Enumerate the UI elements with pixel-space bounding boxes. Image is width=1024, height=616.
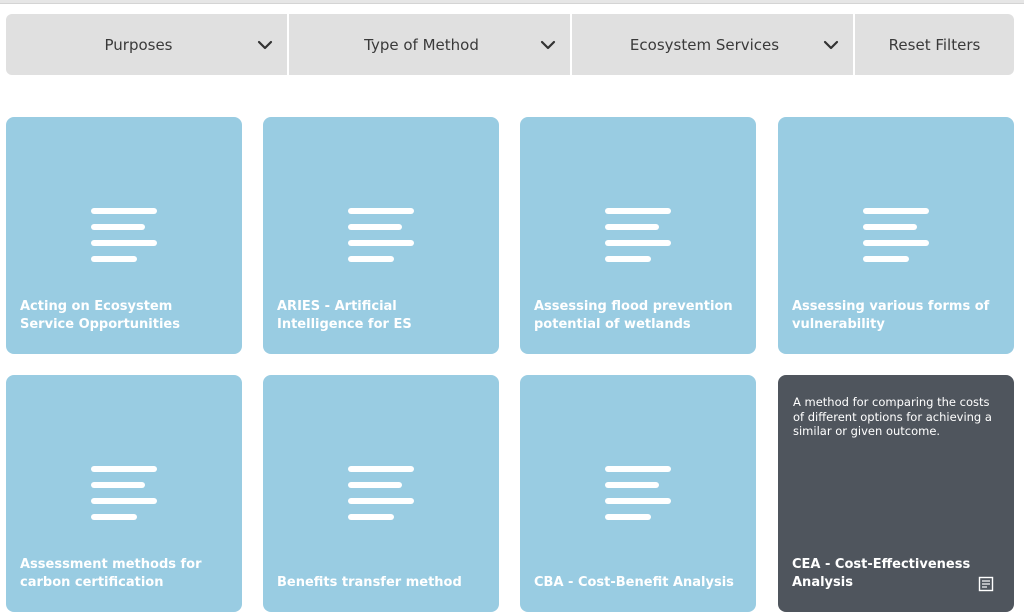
chevron-down-icon — [540, 40, 556, 49]
method-card[interactable]: Acting on Ecosystem Service Opportunitie… — [6, 117, 242, 354]
text-lines-icon — [91, 208, 157, 262]
text-lines-icon — [91, 466, 157, 520]
text-lines-icon — [605, 466, 671, 520]
type-of-method-filter-label: Type of Method — [364, 35, 479, 54]
reset-filters-label: Reset Filters — [888, 35, 981, 54]
method-card-title: Assessing various forms of vulnerability — [792, 299, 990, 332]
text-lines-icon — [863, 208, 929, 262]
method-card[interactable]: CBA - Cost-Benefit Analysis — [520, 375, 756, 612]
method-card-title: CBA - Cost-Benefit Analysis — [534, 575, 734, 590]
document-icon[interactable] — [978, 576, 994, 592]
method-card[interactable]: Assessing various forms of vulnerability — [778, 117, 1014, 354]
ecosystem-services-filter-label: Ecosystem Services — [629, 35, 780, 54]
method-card-title: Benefits transfer method — [277, 575, 462, 590]
text-lines-icon — [348, 208, 414, 262]
method-card-title: Acting on Ecosystem Service Opportunitie… — [20, 299, 180, 332]
ecosystem-services-filter-dropdown[interactable]: Ecosystem Services — [570, 14, 853, 75]
method-card-title: Assessment methods for carbon certificat… — [20, 557, 202, 590]
purposes-filter-label: Purposes — [104, 35, 173, 54]
method-card[interactable]: Assessment methods for carbon certificat… — [6, 375, 242, 612]
filter-bar: Purposes Type of Method Ecosystem Servic… — [6, 14, 1014, 75]
chevron-down-icon — [823, 40, 839, 49]
purposes-filter-dropdown[interactable]: Purposes — [6, 14, 287, 75]
reset-filters-button[interactable]: Reset Filters — [853, 14, 1014, 75]
method-card[interactable]: ARIES - Artificial Intelligence for ES — [263, 117, 499, 354]
method-card-title: ARIES - Artificial Intelligence for ES — [277, 299, 412, 332]
chevron-down-icon — [257, 40, 273, 49]
method-card[interactable]: Assessing flood prevention potential of … — [520, 117, 756, 354]
type-of-method-filter-dropdown[interactable]: Type of Method — [287, 14, 570, 75]
text-lines-icon — [348, 466, 414, 520]
text-lines-icon — [605, 208, 671, 262]
method-card-hovered[interactable]: A method for comparing the costs of diff… — [778, 375, 1014, 612]
method-card[interactable]: Benefits transfer method — [263, 375, 499, 612]
top-divider — [0, 0, 1024, 4]
method-card-title: CEA - Cost-Effectiveness Analysis — [792, 557, 971, 590]
method-card-description: A method for comparing the costs of diff… — [793, 395, 992, 438]
method-card-title: Assessing flood prevention potential of … — [534, 299, 733, 332]
